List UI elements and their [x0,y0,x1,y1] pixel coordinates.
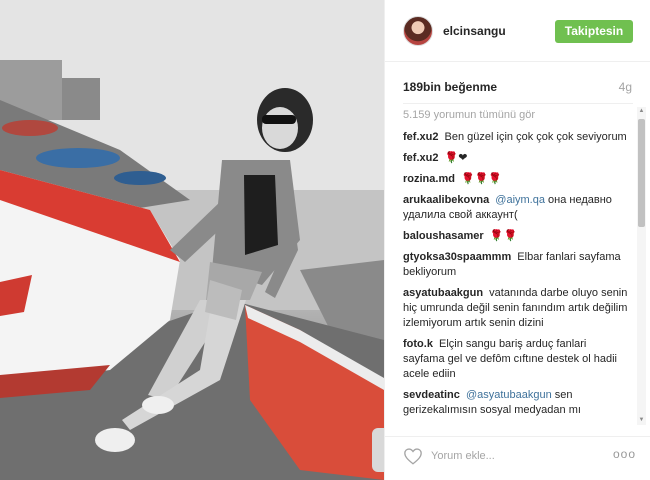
post-sidebar: elcinsangu Takiptesin 189bin beğenme 4g … [384,0,650,480]
comment-item: gtyoksa30spaammm Elbar fanlari sayfama b… [403,250,629,280]
view-all-comments-link[interactable]: 5.159 yorumun tümünü gör [403,108,629,122]
comment-author[interactable]: gtyoksa30spaammm [403,251,511,263]
comments-scrollbar[interactable]: ▲ ▼ [637,107,646,425]
scroll-down-arrow-icon[interactable]: ▼ [637,416,646,425]
comment-author[interactable]: baloushasamer [403,230,484,242]
carousel-next-arrow[interactable] [372,428,384,472]
comment-author[interactable]: fef.xu2 [403,131,438,143]
comment-item: fef.xu2 🌹❤ [403,151,629,166]
comment-text: 🌹🌹 [489,230,518,242]
heart-outline-icon[interactable] [403,447,423,465]
comment-text: Elçin sangu bariş arduç fanlari sayfama … [403,338,618,380]
post-age[interactable]: 4g [619,80,632,94]
avatar[interactable] [403,16,433,46]
comment-item: asyatubaakgun vatanında darbe oluyo seni… [403,286,629,331]
post-footer: ooo [385,436,650,480]
comment-author[interactable]: arukaalibekovna [403,194,489,206]
divider [403,103,633,104]
comment-mention[interactable]: @aiym.qa [495,194,545,206]
scroll-thumb[interactable] [638,119,645,227]
post-photo[interactable] [0,0,384,480]
comment-author[interactable]: fef.xu2 [403,152,438,164]
comment-item: sevdeatinc @asyatubaakgun sen gerizekalı… [403,388,629,418]
comment-author[interactable]: foto.k [403,338,433,350]
comment-input[interactable] [431,447,581,465]
comment-item: fef.xu2 Ben güzel için çok çok çok seviy… [403,130,629,145]
comment-item: foto.k Elçin sangu bariş arduç fanlari s… [403,337,629,382]
comment-author[interactable]: rozina.md [403,173,455,185]
comments-list: 5.159 yorumun tümünü gör fef.xu2 Ben güz… [403,108,629,426]
comment-item: baloushasamer 🌹🌹 [403,229,629,244]
comment-text: Ben güzel için çok çok çok seviyorum [444,131,627,143]
likes-count[interactable]: 189bin beğenme [403,80,497,94]
post-header: elcinsangu Takiptesin [385,0,650,62]
comment-mention[interactable]: @asyatubaakgun [466,389,552,401]
comment-item: rozina.md 🌹🌹🌹 [403,172,629,187]
comment-text: 🌹❤ [444,152,468,164]
comment-author[interactable]: sevdeatinc [403,389,460,401]
username[interactable]: elcinsangu [443,24,506,38]
more-options-icon[interactable]: ooo [613,447,636,461]
follow-button[interactable]: Takiptesin [555,20,633,43]
scroll-up-arrow-icon[interactable]: ▲ [637,107,646,116]
comment-item: arukaalibekovna @aiym.qa она недавно уда… [403,193,629,223]
comment-author[interactable]: asyatubaakgun [403,287,483,299]
photo-illustration [0,0,384,480]
instagram-post: elcinsangu Takiptesin 189bin beğenme 4g … [0,0,650,480]
comment-text: 🌹🌹🌹 [461,173,503,185]
